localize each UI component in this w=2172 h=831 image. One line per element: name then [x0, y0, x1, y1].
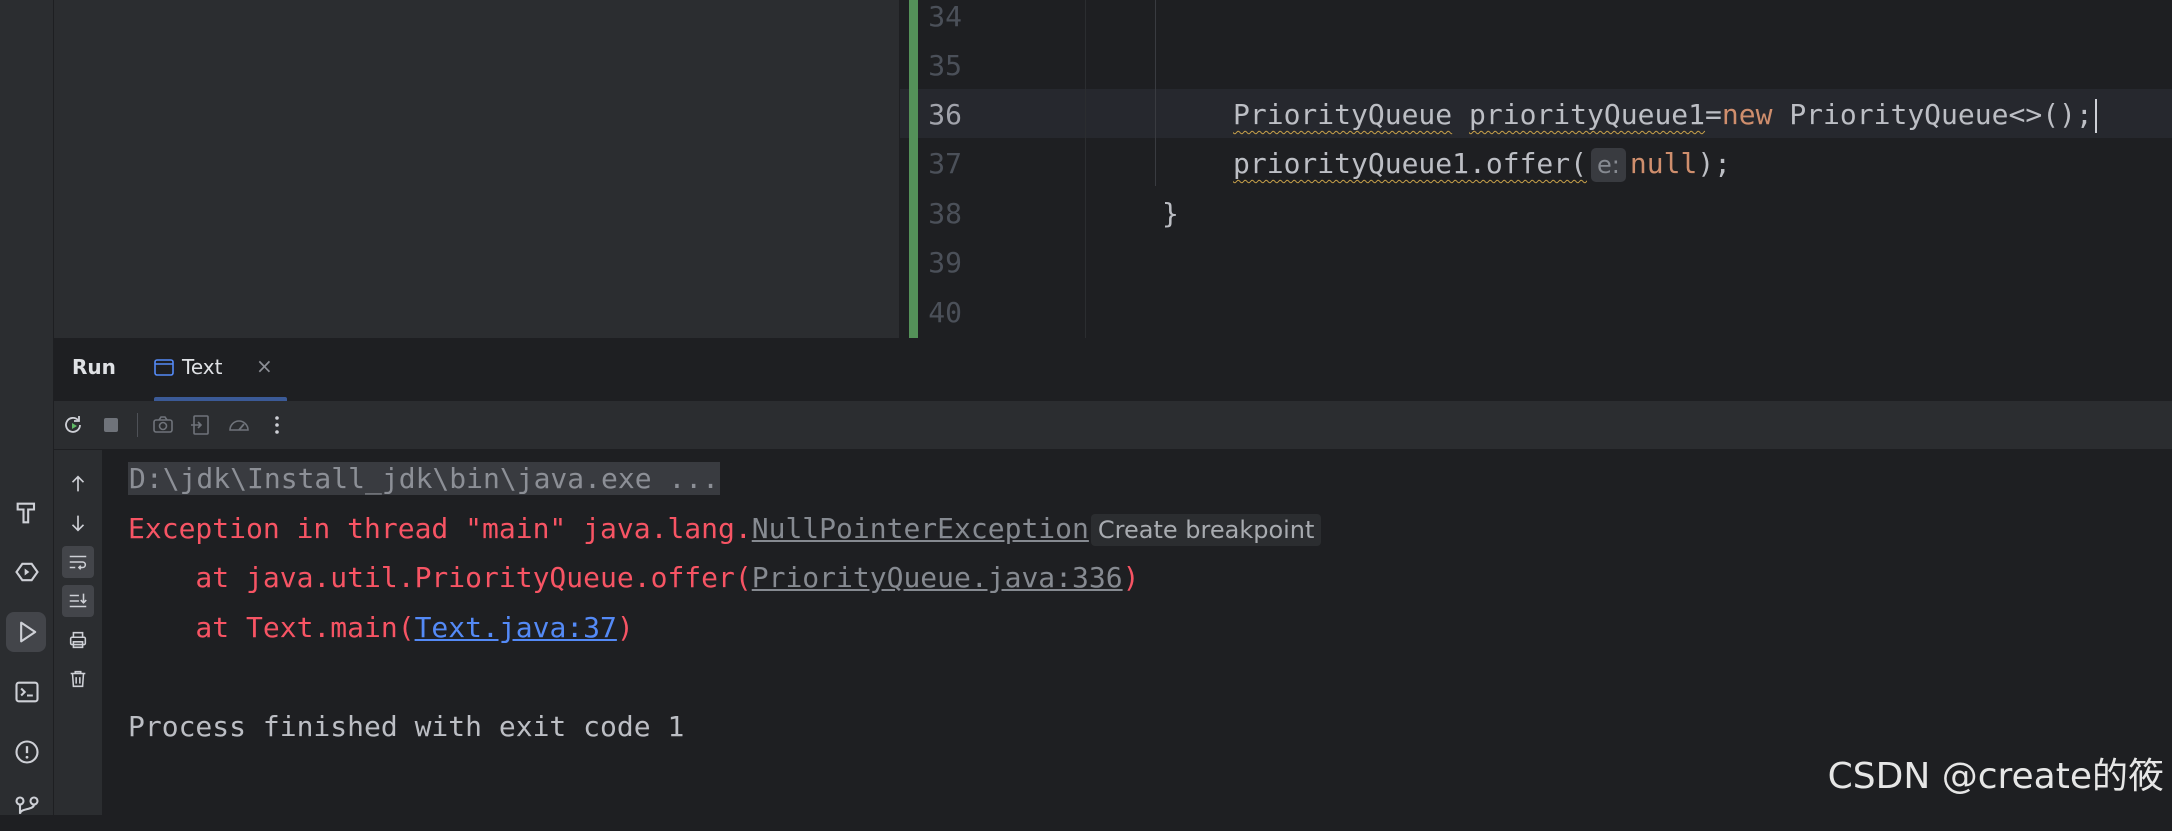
trace-text: at java.util.PriorityQueue.offer( — [128, 561, 752, 594]
services-icon[interactable] — [0, 549, 53, 595]
line-number: 37 — [928, 147, 962, 180]
type-name: PriorityQueue — [1233, 98, 1453, 131]
code-editor[interactable]: 34 35 36 37 38 39 40 PriorityQueue prior… — [900, 0, 2172, 338]
run-tab-text[interactable]: Text × — [154, 339, 287, 401]
exception-class-link[interactable]: NullPointerException — [752, 512, 1089, 545]
variable-name: priorityQueue1 — [1469, 98, 1706, 131]
more-icon[interactable] — [262, 409, 292, 441]
run-tool-window: Run Text × D:\jdk\Install_jdk\bin\java.e… — [54, 339, 2172, 815]
exception-text: Exception in thread "main" java.lang. — [128, 512, 752, 545]
line-gutter: 34 35 36 37 38 39 40 — [900, 0, 1086, 338]
line-number: 35 — [928, 49, 962, 82]
trace-text-end: ) — [616, 611, 634, 644]
console-line-exit: Process finished with exit code 1 — [128, 710, 685, 743]
console-tab-icon — [154, 359, 174, 376]
tab-label: Text — [182, 355, 223, 379]
console-side-toolbar — [54, 450, 103, 815]
speed-icon[interactable] — [224, 409, 254, 441]
code-line-36[interactable]: PriorityQueue priorityQueue1=new Priorit… — [1233, 90, 2097, 139]
stop-icon[interactable] — [96, 409, 126, 441]
source-link[interactable]: Text.java:37 — [415, 611, 617, 644]
watermark: CSDN @create的筱 — [1827, 756, 2164, 797]
console-line-trace-2: at Text.main(Text.java:37) — [128, 603, 634, 652]
command-line[interactable]: D:\jdk\Install_jdk\bin\java.exe ... — [128, 462, 721, 495]
trace-text-end: ) — [1122, 561, 1140, 594]
parameter-hint: e: — [1591, 148, 1626, 182]
run-window-title[interactable]: Run — [72, 355, 116, 379]
console-line-command: D:\jdk\Install_jdk\bin\java.exe ... — [128, 454, 721, 503]
keyword-new: new — [1721, 98, 1773, 131]
run-toolbar — [54, 401, 2172, 450]
activity-bar — [0, 0, 54, 815]
line-number: 38 — [928, 197, 962, 230]
indent-guide — [1155, 0, 1156, 186]
assign-operator: = — [1705, 98, 1722, 131]
camera-icon[interactable] — [148, 409, 178, 441]
line-number: 40 — [928, 296, 962, 329]
gutter-separator — [1085, 0, 1086, 338]
library-source-link[interactable]: PriorityQueue.java:336 — [752, 561, 1123, 594]
git-icon[interactable] — [0, 785, 53, 831]
build-hammer-icon[interactable] — [0, 490, 53, 536]
export-icon[interactable] — [186, 409, 216, 441]
code-line-37[interactable]: priorityQueue1.offer(e: null); — [1233, 139, 1731, 188]
project-panel — [54, 0, 900, 338]
close-icon[interactable]: × — [256, 354, 273, 378]
trace-text: at Text.main( — [128, 611, 415, 644]
method-call: priorityQueue1.offer( — [1233, 147, 1588, 180]
text-caret — [2094, 99, 2097, 133]
console-line-trace-1: at java.util.PriorityQueue.offer(Priorit… — [128, 553, 1139, 602]
constructor-call: PriorityQueue<>(); — [1772, 98, 2093, 131]
problems-icon[interactable] — [0, 729, 53, 775]
up-arrow-icon[interactable] — [62, 468, 94, 500]
down-arrow-icon[interactable] — [62, 507, 94, 539]
run-icon[interactable] — [0, 609, 53, 655]
print-icon[interactable] — [62, 624, 94, 656]
toolbar-separator — [137, 413, 138, 437]
line-number: 39 — [928, 246, 962, 279]
trash-icon[interactable] — [62, 663, 94, 695]
create-breakpoint-button[interactable]: Create breakpoint — [1090, 514, 1322, 546]
soft-wrap-icon[interactable] — [62, 546, 94, 578]
run-header: Run Text × — [54, 339, 2172, 402]
scroll-to-end-icon[interactable] — [62, 585, 94, 617]
rerun-icon[interactable] — [58, 409, 88, 441]
line-number: 34 — [928, 0, 962, 33]
terminal-icon[interactable] — [0, 669, 53, 715]
console-line-exception: Exception in thread "main" java.lang.Nul… — [128, 504, 1322, 553]
keyword-null: null — [1629, 147, 1698, 180]
code-line-38[interactable]: } — [1162, 189, 1179, 238]
line-number-current: 36 — [928, 98, 962, 131]
call-end: ); — [1697, 147, 1732, 180]
